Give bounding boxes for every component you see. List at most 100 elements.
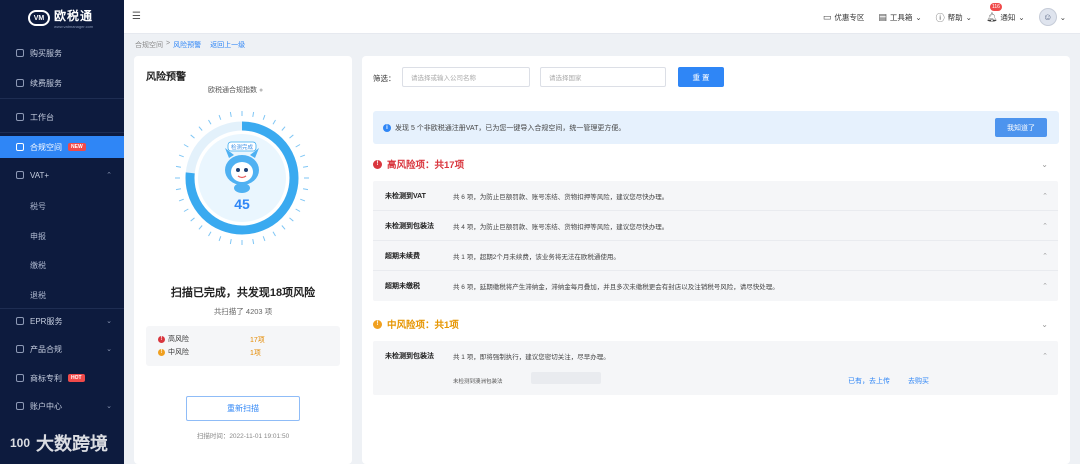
gauge-tick xyxy=(281,126,286,131)
warning-icon: ! xyxy=(373,319,382,329)
account-icon xyxy=(16,402,24,410)
gauge-tick xyxy=(262,114,266,120)
gauge-tick xyxy=(190,217,195,222)
sidebar-item-declaration[interactable]: 申报 xyxy=(0,225,124,247)
sidebar-divider xyxy=(0,308,124,309)
chevron-up-icon[interactable]: ⌃ xyxy=(1042,282,1048,290)
sidebar-item-compliance-space[interactable]: 合规空间 NEW xyxy=(0,136,124,158)
sidebar-item-epr-service[interactable]: EPR服务 ⌄ xyxy=(0,310,124,332)
gauge-tick xyxy=(281,225,286,230)
sidebar-item-buy-service[interactable]: 购买服务 xyxy=(0,42,124,64)
gauge-tick xyxy=(252,238,255,245)
chevron-down-icon: ⌄ xyxy=(965,12,972,22)
gauge-tick xyxy=(229,238,232,245)
high-risk-row: ! 高风险 xyxy=(158,333,189,345)
gauge-tick xyxy=(198,225,203,230)
cart-icon xyxy=(16,49,24,57)
gauge-tick xyxy=(218,114,222,120)
chevron-up-icon[interactable]: ⌃ xyxy=(1042,352,1048,360)
high-risk-section-header[interactable]: ! 高风险项：共17项 xyxy=(373,157,464,171)
country-select[interactable]: 请选择国家 xyxy=(540,67,666,87)
sidebar-item-tax-refund[interactable]: 退税 xyxy=(0,284,124,306)
alert-icon: ! xyxy=(158,335,165,343)
vat-icon xyxy=(16,171,24,179)
chevron-down-icon: ⌄ xyxy=(106,318,112,325)
gauge-tick xyxy=(302,188,309,191)
compliance-score: 45 xyxy=(234,196,250,212)
risk-count-box: ! 高风险 17项 ! 中风险 1项 xyxy=(146,326,340,366)
gauge-tick xyxy=(198,126,203,131)
gauge-tick xyxy=(183,208,189,212)
sidebar-item-renew-service[interactable]: 续费服务 xyxy=(0,72,124,94)
sidebar-divider xyxy=(0,98,124,99)
chevron-up-icon[interactable]: ⌃ xyxy=(1042,222,1048,230)
sidebar-item-tax-payment[interactable]: 缴税 xyxy=(0,254,124,276)
scan-time: 扫描时间：2022-11-01 19:01:50 xyxy=(196,433,290,440)
gauge-tick xyxy=(295,144,301,148)
warning-icon: ! xyxy=(158,348,165,356)
gauge-tick xyxy=(300,198,306,202)
hot-badge: HOT xyxy=(68,374,85,382)
gauge-tick xyxy=(272,231,276,237)
coupon-icon: ▭ xyxy=(822,11,832,22)
info-icon[interactable]: ● xyxy=(259,87,263,94)
user-menu[interactable]: ☺ ⌄ xyxy=(1038,8,1066,26)
app-logo[interactable]: VM 欧税通 www.vatmanager.com xyxy=(0,0,124,36)
product-icon xyxy=(16,345,24,353)
gauge-tick xyxy=(229,111,232,118)
watermark-text: 大数跨境 xyxy=(36,434,109,454)
risk-item[interactable]: 超期未续费共 1 项，超期2个月未续费，该业务将无法在欧税通使用。 ⌃ xyxy=(373,241,1058,271)
renew-icon xyxy=(16,79,24,87)
risk-item[interactable]: 未检测到VAT 共 6 项，为防止巨额罚款、账号冻结、货物扣押等风险，建议您尽快办… xyxy=(373,181,1058,211)
gauge-tick xyxy=(302,165,309,168)
back-link[interactable]: 返回上一级 xyxy=(210,40,245,50)
risk-item[interactable]: 未检测到包装法共 4 项，为防止巨额罚款、账号冻结、货物扣押等风险，建议您尽快办… xyxy=(373,211,1058,241)
gauge-tick xyxy=(178,154,184,158)
watermark: 100 大数跨境 xyxy=(10,430,108,456)
chevron-down-icon: ⌄ xyxy=(1018,12,1025,22)
sidebar-divider xyxy=(0,132,124,133)
sidebar-item-trademark-patent[interactable]: 商标专利 HOT xyxy=(0,367,124,389)
chevron-up-icon[interactable]: ⌃ xyxy=(1042,252,1048,260)
sidebar-item-workbench[interactable]: 工作台 xyxy=(0,106,124,128)
sidebar-item-product-compliance[interactable]: 产品合规 ⌄ xyxy=(0,338,124,360)
help-menu[interactable]: ⓘ 帮助 ⌄ xyxy=(936,11,972,24)
buy-link[interactable]: 去购买 xyxy=(908,376,929,386)
risk-item[interactable]: 未检测到包装法共 1 项，即将强制执行，建议您密切关注，尽早办理。 ⌃ xyxy=(373,341,1058,371)
sidebar-item-tax-number[interactable]: 税号 xyxy=(0,195,124,217)
gauge-tick xyxy=(178,198,184,202)
toolbox-menu[interactable]: ▤ 工具箱 ⌄ xyxy=(878,12,921,23)
reset-button[interactable]: 重 置 xyxy=(678,67,724,87)
breadcrumb-root[interactable]: 合规空间 xyxy=(135,40,163,50)
epr-icon xyxy=(16,317,24,325)
chevron-down-icon[interactable]: ⌄ xyxy=(1041,320,1048,329)
mid-risk-count: 1项 xyxy=(250,350,261,357)
gauge-tick xyxy=(208,231,212,237)
gauge-tick xyxy=(175,188,182,191)
watermark-logo: 100 xyxy=(10,436,31,450)
bell-icon: 🔔︎ xyxy=(985,11,998,22)
avatar: ☺ xyxy=(1038,8,1057,26)
acknowledge-button[interactable]: 我知道了 xyxy=(995,118,1047,137)
company-select[interactable]: 请选择或输入公司名称 xyxy=(402,67,530,87)
sidebar-item-account-center[interactable]: 账户中心 ⌄ xyxy=(0,395,124,417)
chevron-down-icon: ⌄ xyxy=(106,346,112,353)
rescan-button[interactable]: 重新扫描 xyxy=(186,396,300,421)
top-bar: ☰ ▭ 优惠专区 ▤ 工具箱 ⌄ ⓘ 帮助 ⌄ 🔔︎ 116 通知 ⌄ ☺ ⌄ xyxy=(124,0,1080,34)
app-title: 欧税通 xyxy=(54,9,94,23)
menu-toggle-icon[interactable]: ☰ xyxy=(132,11,141,22)
gauge-tick xyxy=(272,119,276,125)
chevron-down-icon: ⌄ xyxy=(1059,12,1066,22)
sidebar-item-vat-plus[interactable]: VAT+ ⌃ xyxy=(0,164,124,186)
notification-menu[interactable]: 🔔︎ 116 通知 ⌄ xyxy=(985,2,1025,23)
mid-risk-section-header[interactable]: ! 中风险项：共1项 xyxy=(373,317,459,331)
filter-label: 筛选： xyxy=(373,74,396,83)
discount-zone-link[interactable]: ▭ 优惠专区 xyxy=(823,12,865,23)
new-badge: NEW xyxy=(68,143,86,151)
card-title: 风险预警 xyxy=(146,72,186,83)
chevron-down-icon[interactable]: ⌄ xyxy=(1041,160,1048,169)
chevron-down-icon: ⌄ xyxy=(915,12,922,22)
upload-existing-link[interactable]: 已有，去上传 xyxy=(848,376,890,386)
chevron-up-icon[interactable]: ⌃ xyxy=(1042,192,1048,200)
risk-item[interactable]: 超期未缴税共 6 项，延期缴税将产生滞纳金，滞纳金每月叠加，并且多次未缴税更会有… xyxy=(373,271,1058,301)
